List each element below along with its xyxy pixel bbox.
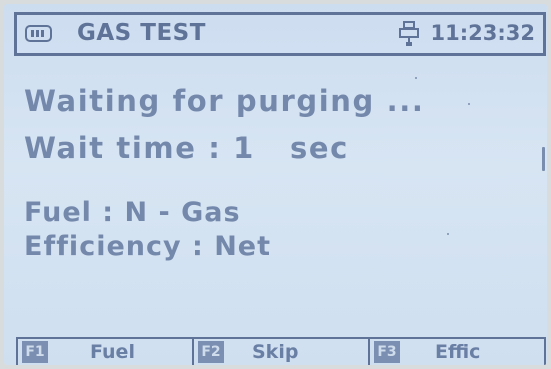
wait-time-text: Wait time : 1 sec [24,131,349,165]
softkey-bar: F1 Fuel F2 Skip F3 Effic [16,337,546,365]
f1-key-icon: F1 [22,341,48,363]
purge-status-text: Waiting for purging ... [24,84,425,118]
f2-key-icon: F2 [198,341,224,363]
lcd-screen: GAS TEST 11:23:32 Waiting for purging ..… [4,4,547,365]
softkey-fuel[interactable]: F1 Fuel [18,339,194,365]
softkey-label: Effic [435,341,481,363]
efficiency-info-text: Efficiency : Net [24,231,272,262]
f3-key-icon: F3 [374,341,400,363]
clock: 11:23:32 [430,21,535,45]
fuel-info-text: Fuel : N - Gas [24,197,241,228]
usb-icon [399,21,419,46]
softkey-effic[interactable]: F3 Effic [370,339,544,365]
softkey-skip[interactable]: F2 Skip [194,339,370,365]
battery-icon [25,25,52,42]
screen-title: GAS TEST [77,20,206,46]
header-bar: GAS TEST 11:23:32 [14,12,546,56]
softkey-label: Fuel [90,341,135,363]
softkey-label: Skip [252,341,299,363]
